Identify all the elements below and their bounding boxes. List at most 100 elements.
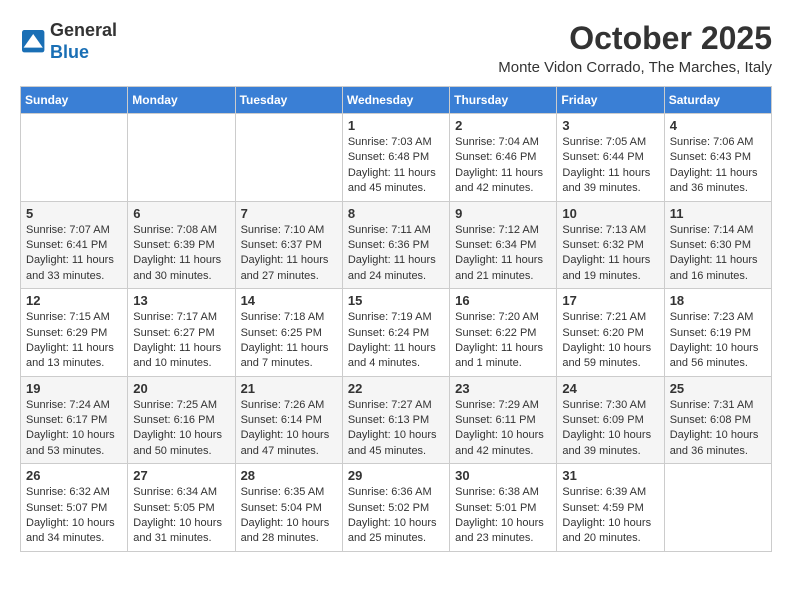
logo-general: General	[50, 20, 117, 40]
day-number: 30	[455, 468, 551, 483]
day-number: 15	[348, 293, 444, 308]
day-info: Sunrise: 7:20 AMSunset: 6:22 PMDaylight:…	[455, 310, 551, 372]
calendar-cell: 10Sunrise: 7:13 AMSunset: 6:32 PMDayligh…	[557, 201, 664, 289]
calendar-table: SundayMondayTuesdayWednesdayThursdayFrid…	[20, 86, 772, 552]
day-number: 25	[670, 381, 766, 396]
calendar-cell: 6 Sunrise: 7:08 AMSunset: 6:39 PMDaylight…	[128, 201, 235, 289]
calendar-cell	[128, 114, 235, 202]
day-number: 6	[133, 206, 229, 221]
day-number: 20	[133, 381, 229, 396]
calendar-cell: 3 Sunrise: 7:05 AMSunset: 6:44 PMDaylight…	[557, 114, 664, 202]
day-number: 8	[348, 206, 444, 221]
calendar-cell: 21 Sunrise: 7:26 AMSunset: 6:14 PMDayligh…	[235, 376, 342, 464]
day-info: Sunrise: 7:19 AMSunset: 6:24 PMDaylight:…	[348, 310, 444, 372]
location: Monte Vidon Corrado, The Marches, Italy	[498, 59, 772, 76]
calendar-week-row: 5Sunrise: 7:07 AMSunset: 6:41 PMDaylight…	[21, 201, 772, 289]
day-info: Sunrise: 6:38 AMSunset: 5:01 PMDaylight:…	[455, 485, 551, 547]
day-number: 18	[670, 293, 766, 308]
weekday-header: Saturday	[664, 87, 771, 114]
day-number: 13	[133, 293, 229, 308]
day-number: 19	[26, 381, 122, 396]
day-number: 3	[562, 118, 658, 133]
calendar-cell: 7Sunrise: 7:10 AMSunset: 6:37 PMDaylight…	[235, 201, 342, 289]
logo-blue: Blue	[50, 42, 89, 62]
weekday-header: Sunday	[21, 87, 128, 114]
calendar-cell: 12 Sunrise: 7:15 AMSunset: 6:29 PMDayligh…	[21, 289, 128, 377]
calendar-cell: 19 Sunrise: 7:24 AMSunset: 6:17 PMDayligh…	[21, 376, 128, 464]
weekday-header: Wednesday	[342, 87, 449, 114]
calendar-cell: 20 Sunrise: 7:25 AMSunset: 6:16 PMDayligh…	[128, 376, 235, 464]
month-title: October 2025	[498, 20, 772, 57]
day-number: 11	[670, 206, 766, 221]
calendar-cell: 26Sunrise: 6:32 AMSunset: 5:07 PMDayligh…	[21, 464, 128, 552]
day-number: 1	[348, 118, 444, 133]
calendar-cell: 31Sunrise: 6:39 AMSunset: 4:59 PMDayligh…	[557, 464, 664, 552]
logo: General Blue	[20, 20, 117, 63]
day-number: 26	[26, 468, 122, 483]
day-info: Sunrise: 7:17 AMSunset: 6:27 PMDaylight:…	[133, 310, 229, 372]
day-number: 4	[670, 118, 766, 133]
calendar-cell: 24 Sunrise: 7:30 AMSunset: 6:09 PMDayligh…	[557, 376, 664, 464]
day-info: Sunrise: 7:11 AMSunset: 6:36 PMDaylight:…	[348, 223, 444, 285]
logo-icon	[22, 30, 46, 54]
calendar-header-row: SundayMondayTuesdayWednesdayThursdayFrid…	[21, 87, 772, 114]
day-info: Sunrise: 7:03 AMSunset: 6:48 PMDaylight:…	[348, 135, 444, 197]
day-number: 21	[241, 381, 337, 396]
day-info: Sunrise: 7:14 AMSunset: 6:30 PMDaylight:…	[670, 223, 766, 285]
calendar-week-row: 1 Sunrise: 7:03 AMSunset: 6:48 PMDaylight…	[21, 114, 772, 202]
day-info: Sunrise: 7:05 AMSunset: 6:44 PMDaylight:…	[562, 135, 658, 197]
day-info: Sunrise: 7:12 AMSunset: 6:34 PMDaylight:…	[455, 223, 551, 285]
calendar-cell: 15 Sunrise: 7:19 AMSunset: 6:24 PMDayligh…	[342, 289, 449, 377]
calendar-cell: 22Sunrise: 7:27 AMSunset: 6:13 PMDayligh…	[342, 376, 449, 464]
calendar-cell	[21, 114, 128, 202]
calendar-week-row: 12 Sunrise: 7:15 AMSunset: 6:29 PMDayligh…	[21, 289, 772, 377]
day-info: Sunrise: 7:21 AMSunset: 6:20 PMDaylight:…	[562, 310, 658, 372]
calendar-cell: 4 Sunrise: 7:06 AMSunset: 6:43 PMDaylight…	[664, 114, 771, 202]
day-number: 28	[241, 468, 337, 483]
calendar-cell: 8 Sunrise: 7:11 AMSunset: 6:36 PMDaylight…	[342, 201, 449, 289]
day-number: 22	[348, 381, 444, 396]
calendar-cell: 14 Sunrise: 7:18 AMSunset: 6:25 PMDayligh…	[235, 289, 342, 377]
day-number: 2	[455, 118, 551, 133]
day-info: Sunrise: 7:30 AMSunset: 6:09 PMDaylight:…	[562, 398, 658, 460]
day-info: Sunrise: 6:36 AMSunset: 5:02 PMDaylight:…	[348, 485, 444, 547]
calendar-cell	[664, 464, 771, 552]
day-info: Sunrise: 7:15 AMSunset: 6:29 PMDaylight:…	[26, 310, 122, 372]
title-area: October 2025 Monte Vidon Corrado, The Ma…	[498, 20, 772, 76]
day-number: 9	[455, 206, 551, 221]
weekday-header: Tuesday	[235, 87, 342, 114]
weekday-header: Friday	[557, 87, 664, 114]
day-number: 14	[241, 293, 337, 308]
calendar-cell: 23 Sunrise: 7:29 AMSunset: 6:11 PMDayligh…	[450, 376, 557, 464]
day-info: Sunrise: 7:26 AMSunset: 6:14 PMDaylight:…	[241, 398, 337, 460]
day-info: Sunrise: 6:35 AMSunset: 5:04 PMDaylight:…	[241, 485, 337, 547]
day-info: Sunrise: 7:18 AMSunset: 6:25 PMDaylight:…	[241, 310, 337, 372]
weekday-header: Thursday	[450, 87, 557, 114]
calendar-week-row: 19 Sunrise: 7:24 AMSunset: 6:17 PMDayligh…	[21, 376, 772, 464]
day-number: 7	[241, 206, 337, 221]
calendar-cell: 27Sunrise: 6:34 AMSunset: 5:05 PMDayligh…	[128, 464, 235, 552]
calendar-cell: 29 Sunrise: 6:36 AMSunset: 5:02 PMDayligh…	[342, 464, 449, 552]
day-info: Sunrise: 7:06 AMSunset: 6:43 PMDaylight:…	[670, 135, 766, 197]
calendar-cell: 1 Sunrise: 7:03 AMSunset: 6:48 PMDaylight…	[342, 114, 449, 202]
day-info: Sunrise: 7:23 AMSunset: 6:19 PMDaylight:…	[670, 310, 766, 372]
calendar-cell: 25Sunrise: 7:31 AMSunset: 6:08 PMDayligh…	[664, 376, 771, 464]
calendar-cell: 17Sunrise: 7:21 AMSunset: 6:20 PMDayligh…	[557, 289, 664, 377]
calendar-cell: 13 Sunrise: 7:17 AMSunset: 6:27 PMDayligh…	[128, 289, 235, 377]
day-number: 29	[348, 468, 444, 483]
day-info: Sunrise: 7:08 AMSunset: 6:39 PMDaylight:…	[133, 223, 229, 285]
day-number: 27	[133, 468, 229, 483]
day-info: Sunrise: 7:25 AMSunset: 6:16 PMDaylight:…	[133, 398, 229, 460]
calendar-cell: 5Sunrise: 7:07 AMSunset: 6:41 PMDaylight…	[21, 201, 128, 289]
day-number: 12	[26, 293, 122, 308]
calendar-cell: 16Sunrise: 7:20 AMSunset: 6:22 PMDayligh…	[450, 289, 557, 377]
day-number: 23	[455, 381, 551, 396]
day-info: Sunrise: 7:07 AMSunset: 6:41 PMDaylight:…	[26, 223, 122, 285]
day-info: Sunrise: 7:29 AMSunset: 6:11 PMDaylight:…	[455, 398, 551, 460]
calendar-cell: 2Sunrise: 7:04 AMSunset: 6:46 PMDaylight…	[450, 114, 557, 202]
day-number: 24	[562, 381, 658, 396]
day-info: Sunrise: 7:24 AMSunset: 6:17 PMDaylight:…	[26, 398, 122, 460]
calendar-cell: 11 Sunrise: 7:14 AMSunset: 6:30 PMDayligh…	[664, 201, 771, 289]
calendar-cell: 30 Sunrise: 6:38 AMSunset: 5:01 PMDayligh…	[450, 464, 557, 552]
calendar-week-row: 26Sunrise: 6:32 AMSunset: 5:07 PMDayligh…	[21, 464, 772, 552]
